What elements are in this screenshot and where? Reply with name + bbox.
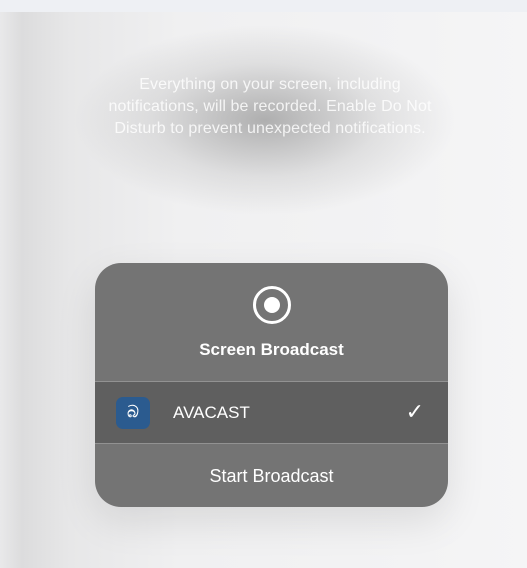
panel-title: Screen Broadcast [199,340,344,359]
screen-broadcast-panel: Screen Broadcast බ AVACAST ✓ Start Broad… [95,263,448,507]
app-row-avacast[interactable]: බ AVACAST ✓ [95,382,448,443]
status-bar-area [0,0,527,12]
recording-notice: Everything on your screen, including not… [108,76,432,137]
app-name: AVACAST [173,403,250,422]
start-broadcast-button[interactable]: Start Broadcast [95,444,448,507]
checkmark-icon: ✓ [405,399,424,424]
record-icon [253,286,291,324]
avacast-app-icon: බ [116,397,150,429]
